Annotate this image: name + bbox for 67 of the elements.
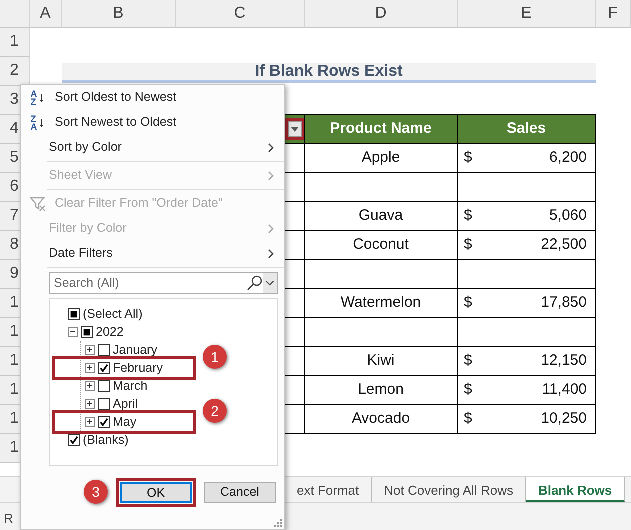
filter-clear-icon: [30, 196, 46, 212]
checkbox[interactable]: [98, 398, 110, 410]
column-header[interactable]: D: [305, 0, 458, 28]
currency-symbol: $: [463, 206, 472, 226]
checkbox[interactable]: [98, 344, 110, 356]
currency-symbol: $: [463, 148, 472, 168]
checkbox[interactable]: [98, 380, 110, 392]
item-label[interactable]: 2022: [96, 322, 124, 342]
expand-icon[interactable]: [85, 381, 95, 391]
column-header[interactable]: E: [458, 0, 596, 28]
row-header[interactable]: 1: [0, 28, 30, 57]
search-field[interactable]: Search (All): [49, 272, 278, 294]
checkbox[interactable]: [98, 416, 110, 428]
currency-symbol: $: [463, 234, 472, 255]
row-header[interactable]: 2: [0, 57, 30, 86]
step-marker: 2: [203, 399, 227, 423]
expand-icon[interactable]: [85, 399, 95, 409]
step-marker: 3: [84, 480, 108, 504]
sales-amount: 12,150: [541, 350, 588, 371]
product-name: Coconut: [352, 234, 410, 255]
product-name: Kiwi: [366, 350, 396, 371]
column-header[interactable]: B: [62, 0, 176, 28]
sales-amount: 17,850: [541, 292, 588, 313]
caret-icon: [266, 280, 274, 286]
expand-icon[interactable]: [85, 345, 95, 355]
column-heading: Sales: [457, 114, 596, 144]
product-name: Watermelon: [340, 292, 422, 313]
dropdown-button[interactable]: [263, 273, 277, 293]
product-name: Apple: [360, 148, 402, 168]
sales-amount: 10,250: [541, 408, 588, 429]
item-label[interactable]: April: [113, 394, 138, 414]
filter-dropdown-button[interactable]: [285, 118, 305, 140]
search-icon: [247, 275, 263, 291]
column-header[interactable]: F: [596, 0, 631, 28]
product-name: Avocado: [350, 408, 412, 429]
checkbox[interactable]: [68, 434, 80, 446]
currency-symbol: $: [463, 408, 472, 429]
currency-symbol: $: [463, 350, 472, 371]
caret-icon: [291, 126, 299, 132]
status-text: R: [4, 511, 14, 526]
product-name: Lemon: [357, 380, 405, 400]
product-name: Guava: [358, 206, 404, 226]
search-input[interactable]: Search (All): [50, 274, 247, 292]
sheet-tab[interactable]: Blank Rows: [526, 477, 626, 502]
sheet-title: If Blank Rows Exist: [62, 63, 596, 83]
expand-icon[interactable]: [85, 363, 95, 373]
sales-amount: 5,060: [549, 206, 588, 226]
resize-grip-icon: [274, 519, 282, 527]
item-label[interactable]: (Blanks): [83, 430, 129, 450]
expand-icon[interactable]: [85, 417, 95, 427]
item-label[interactable]: February: [113, 358, 164, 378]
item-label[interactable]: May: [113, 412, 137, 432]
step-marker: 1: [203, 345, 227, 369]
collapse-icon[interactable]: [68, 327, 78, 337]
sales-amount: 22,500: [541, 234, 588, 255]
column-header[interactable]: A: [30, 0, 62, 28]
sales-amount: 11,400: [542, 380, 588, 400]
currency-symbol: $: [463, 380, 472, 400]
item-label[interactable]: March: [113, 376, 148, 396]
currency-symbol: $: [463, 292, 472, 313]
sales-amount: 6,200: [549, 148, 588, 168]
cancel-button[interactable]: Cancel: [204, 482, 276, 502]
column-heading: Product Name: [304, 114, 458, 144]
item-label[interactable]: January: [113, 340, 158, 360]
item-label[interactable]: (Select All): [83, 304, 143, 324]
checkbox[interactable]: [98, 362, 110, 374]
column-header[interactable]: C: [176, 0, 305, 28]
